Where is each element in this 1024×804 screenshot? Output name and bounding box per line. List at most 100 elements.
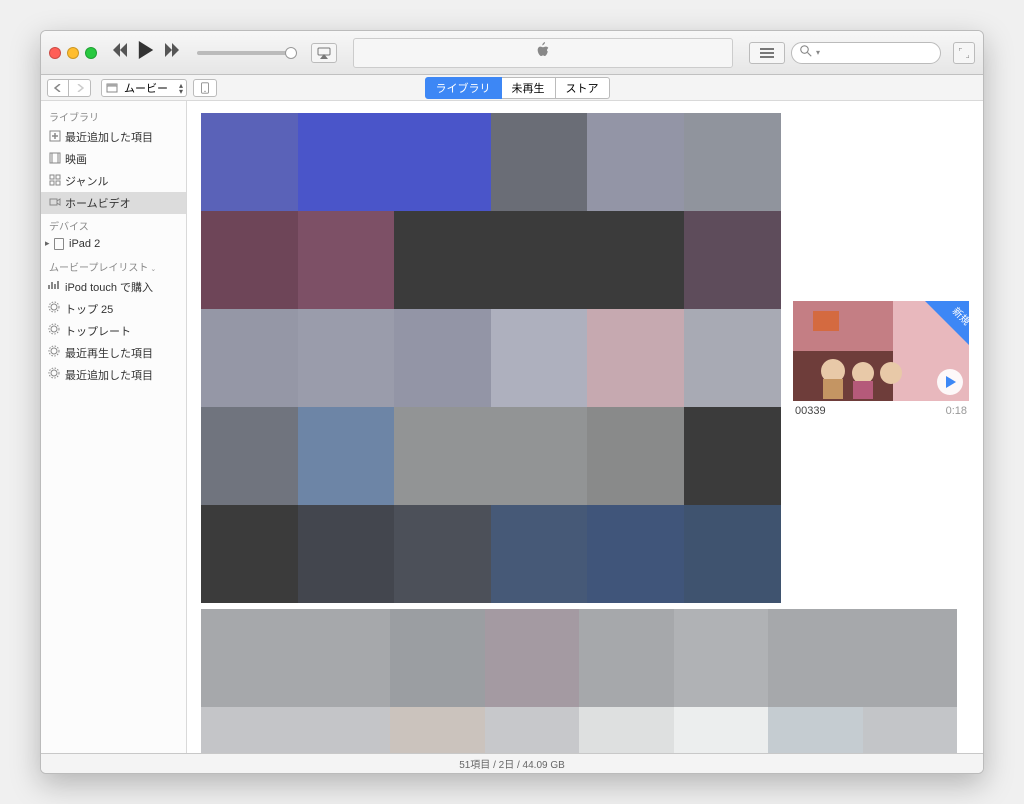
status-text: 51項目 / 2日 / 44.09 GB xyxy=(459,756,565,771)
video-item-card[interactable]: 新規 00339 0:18 xyxy=(793,301,969,421)
mosaic-cell xyxy=(491,407,588,505)
list-view-button[interactable] xyxy=(749,42,785,64)
chevron-down-icon: ▾ xyxy=(816,48,820,57)
mosaic-cell xyxy=(201,609,296,707)
mosaic-cell xyxy=(298,505,395,603)
mosaic-cell xyxy=(863,707,958,753)
airplay-button[interactable] xyxy=(311,43,337,63)
mosaic-cell xyxy=(491,309,588,407)
sidebar-playlist-label: 最近追加した項目 xyxy=(65,370,153,382)
mosaic-cell xyxy=(201,211,298,309)
history-buttons xyxy=(47,79,91,97)
search-field[interactable]: ▾ xyxy=(791,42,941,64)
mosaic-cell xyxy=(201,707,296,753)
fullscreen-button[interactable] xyxy=(953,42,975,64)
sidebar-device-ipad[interactable]: iPad 2 xyxy=(41,235,186,253)
chevron-updown-icon: ▴▾ xyxy=(179,83,183,95)
previous-track-button[interactable] xyxy=(113,43,127,62)
window-controls xyxy=(49,47,97,59)
mosaic-cell xyxy=(587,407,684,505)
sidebar-playlist-recently-added[interactable]: 最近追加した項目 xyxy=(41,364,186,386)
mosaic-cell xyxy=(579,609,674,707)
mosaic-cell xyxy=(296,609,391,707)
recently-added-icon xyxy=(48,129,61,142)
play-button[interactable] xyxy=(137,41,155,64)
video-thumbnail-mosaic-2[interactable] xyxy=(201,609,957,753)
mosaic-cell xyxy=(298,113,395,211)
mosaic-cell xyxy=(587,309,684,407)
sidebar-item-label: ジャンル xyxy=(65,176,108,188)
forward-button[interactable] xyxy=(69,79,91,97)
mosaic-cell xyxy=(390,609,485,707)
play-overlay-button[interactable] xyxy=(937,369,963,395)
sidebar-item-label: 最近追加した項目 xyxy=(65,132,153,144)
sidebar-library-header: ライブラリ xyxy=(41,105,186,126)
sidebar-item-movies[interactable]: 映画 xyxy=(41,148,186,170)
mosaic-cell xyxy=(684,505,781,603)
mosaic-cell xyxy=(684,309,781,407)
mosaic-cell xyxy=(579,707,674,753)
sidebar-playlist-top25[interactable]: トップ 25 xyxy=(41,298,186,320)
playlist-icon xyxy=(48,281,59,289)
view-tabs: ライブラリ 未再生 ストア xyxy=(425,77,610,99)
sidebar-playlists-header[interactable]: ムービープレイリスト⌄ xyxy=(41,253,186,276)
video-duration: 0:18 xyxy=(946,405,967,417)
mosaic-cell xyxy=(684,211,781,309)
mosaic-cell xyxy=(201,407,298,505)
titlebar: ▾ xyxy=(41,31,983,75)
video-title: 00339 xyxy=(795,405,826,417)
content-area[interactable]: 新規 00339 0:18 xyxy=(187,101,983,753)
minimize-window-button[interactable] xyxy=(67,47,79,59)
sidebar-device-label: iPad 2 xyxy=(69,238,100,250)
sidebar-playlist-recently-played[interactable]: 最近再生した項目 xyxy=(41,342,186,364)
mosaic-cell xyxy=(587,113,684,211)
sidebar-item-label: ホームビデオ xyxy=(65,198,131,210)
mosaic-cell xyxy=(587,505,684,603)
content-body: ライブラリ 最近追加した項目 映画 ジャンル ホームビデオ デバイス iPad … xyxy=(41,101,983,753)
mosaic-cell xyxy=(394,407,491,505)
mosaic-cell xyxy=(201,309,298,407)
movie-icon xyxy=(106,82,118,97)
mosaic-cell xyxy=(491,113,588,211)
sidebar-item-genres[interactable]: ジャンル xyxy=(41,170,186,192)
tab-store[interactable]: ストア xyxy=(556,77,610,99)
close-window-button[interactable] xyxy=(49,47,61,59)
tab-unplayed[interactable]: 未再生 xyxy=(502,77,556,99)
mosaic-cell xyxy=(684,407,781,505)
lcd-display xyxy=(353,38,733,68)
smart-playlist-icon xyxy=(48,301,60,316)
video-thumbnail[interactable]: 新規 xyxy=(793,301,969,401)
sidebar-item-home-videos[interactable]: ホームビデオ xyxy=(41,192,186,214)
mosaic-cell xyxy=(201,505,298,603)
itunes-window: ▾ ムービー ▴▾ ライブラリ 未再生 ストア ライブラリ xyxy=(40,30,984,774)
sidebar-item-recently-added[interactable]: 最近追加した項目 xyxy=(41,126,186,148)
genres-icon xyxy=(48,173,61,186)
chevron-down-icon: ⌄ xyxy=(150,266,156,273)
device-select-button[interactable] xyxy=(193,79,217,97)
mosaic-cell xyxy=(674,707,769,753)
apple-logo-icon xyxy=(535,42,551,63)
next-track-button[interactable] xyxy=(165,43,179,62)
mosaic-cell xyxy=(394,505,491,603)
mosaic-cell xyxy=(587,211,684,309)
media-type-selector[interactable]: ムービー ▴▾ xyxy=(101,79,187,97)
sidebar-devices-header: デバイス xyxy=(41,214,186,235)
mosaic-cell xyxy=(296,707,391,753)
back-button[interactable] xyxy=(47,79,69,97)
smart-playlist-icon xyxy=(48,323,60,338)
mosaic-cell xyxy=(491,211,588,309)
mosaic-cell xyxy=(491,505,588,603)
tab-library[interactable]: ライブラリ xyxy=(425,77,502,99)
volume-slider[interactable] xyxy=(197,51,297,55)
mosaic-cell xyxy=(768,609,863,707)
mosaic-cell xyxy=(394,113,491,211)
sidebar-playlist-purchased[interactable]: iPod touch で購入 xyxy=(41,276,186,298)
mosaic-cell xyxy=(768,707,863,753)
sidebar-playlist-toprated[interactable]: トップレート xyxy=(41,320,186,342)
video-metadata: 00339 0:18 xyxy=(793,401,969,421)
zoom-window-button[interactable] xyxy=(85,47,97,59)
mosaic-cell xyxy=(485,707,580,753)
video-thumbnail-mosaic-1[interactable] xyxy=(201,113,781,603)
smart-playlist-icon xyxy=(48,367,60,382)
navigation-row: ムービー ▴▾ ライブラリ 未再生 ストア xyxy=(41,75,983,101)
